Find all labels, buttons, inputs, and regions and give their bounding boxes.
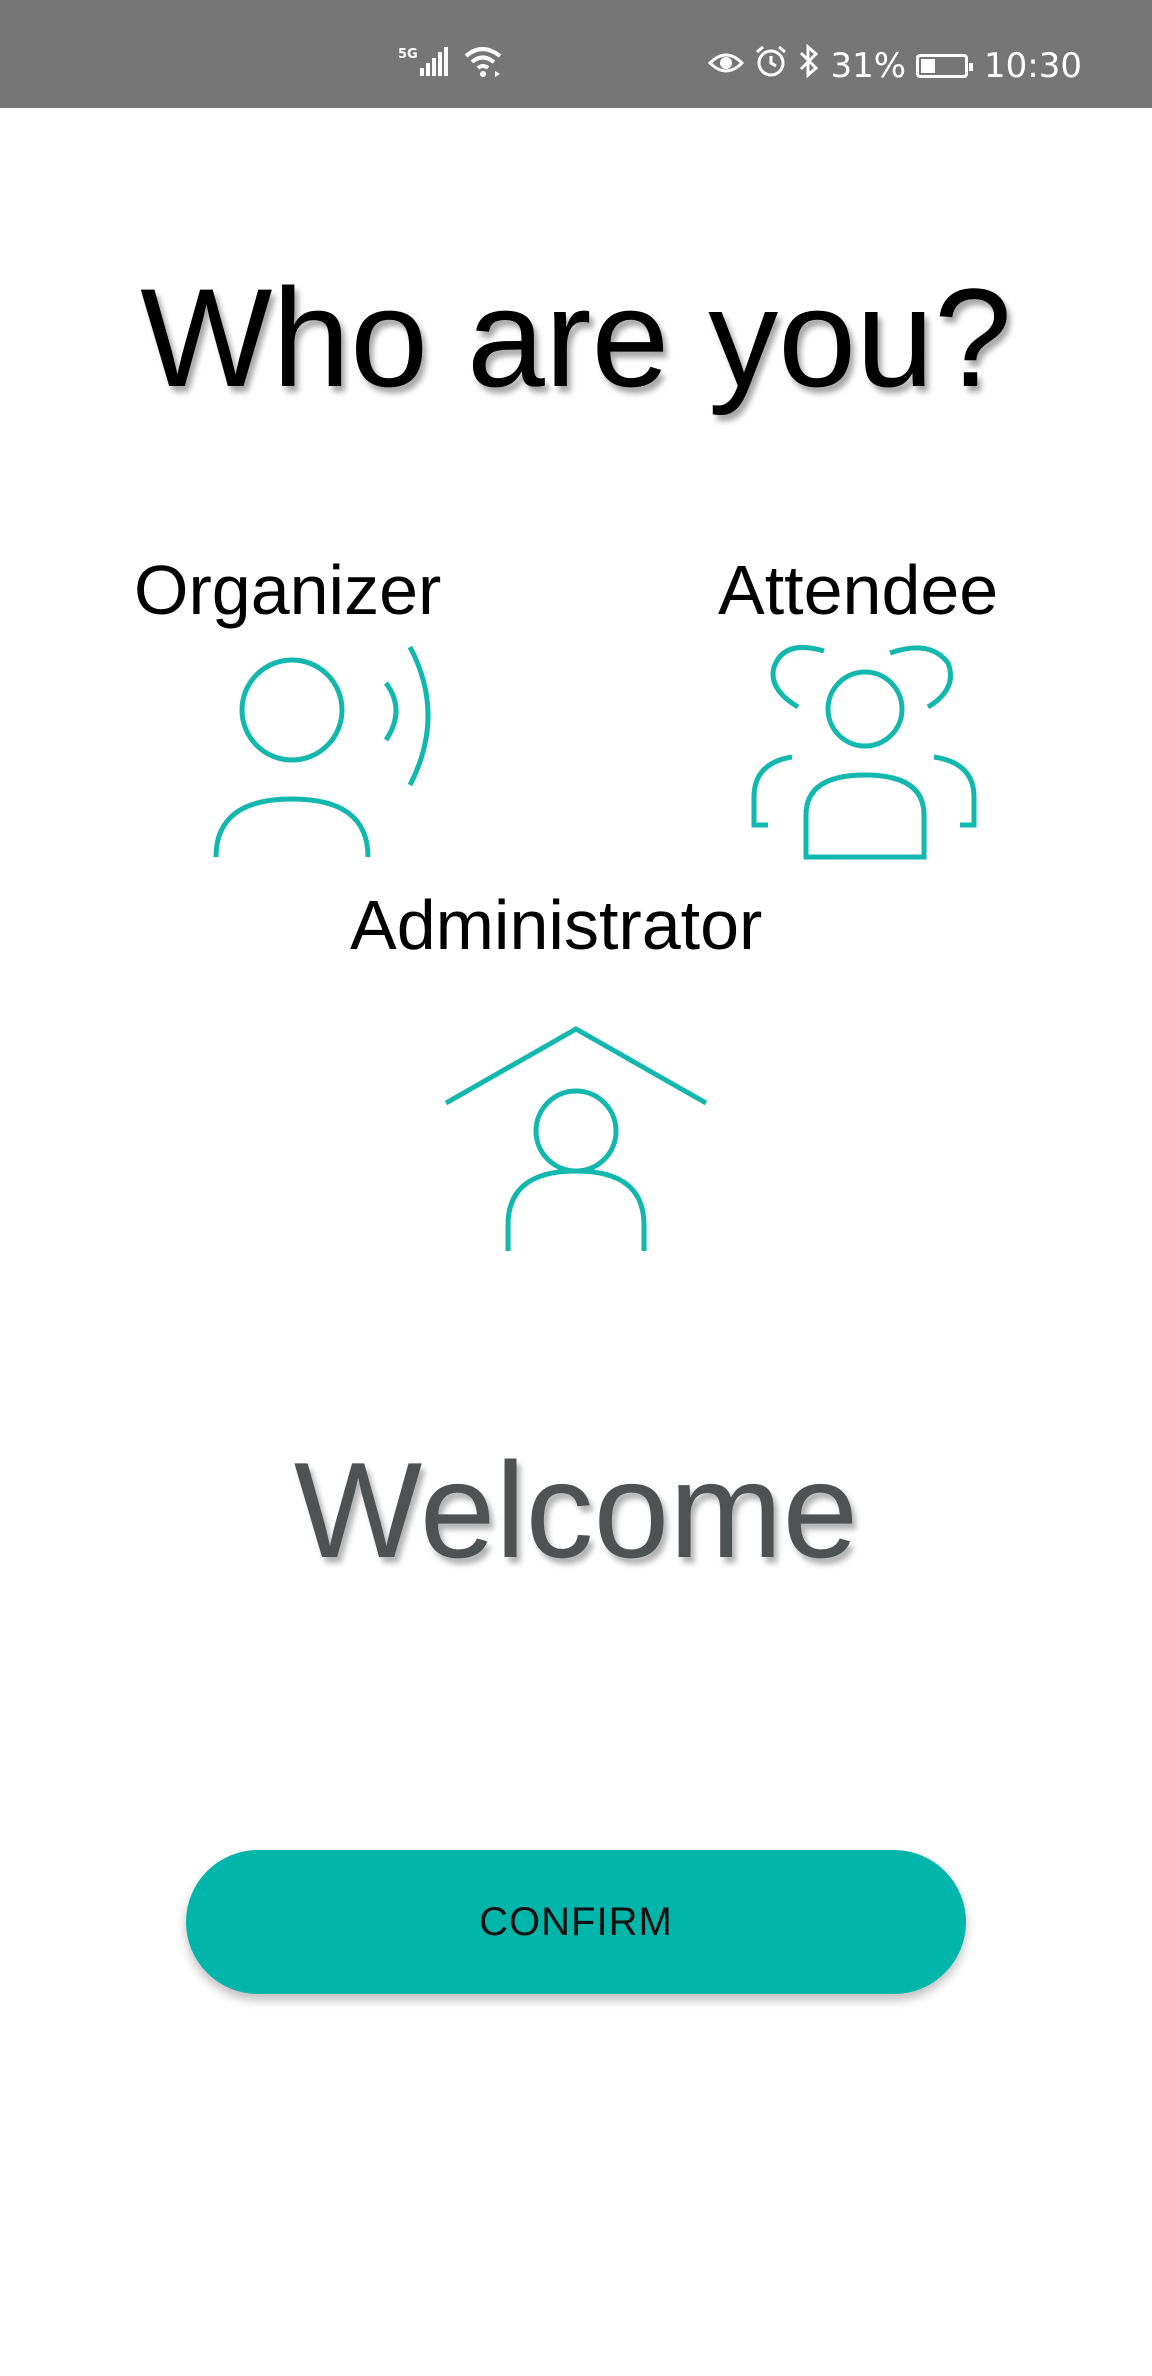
alarm-icon bbox=[754, 44, 788, 87]
role-administrator[interactable]: Administrator bbox=[330, 885, 810, 1255]
welcome-text: Welcome bbox=[293, 1434, 859, 1586]
status-left: 5G bbox=[398, 44, 506, 85]
eye-icon bbox=[708, 46, 745, 86]
role-label-administrator: Administrator bbox=[350, 886, 763, 964]
administrator-icon bbox=[440, 1025, 720, 1255]
status-bar: 5G 31% 10:30 bbox=[0, 0, 1152, 108]
page-title: Who are you? bbox=[140, 259, 1012, 416]
wifi-icon bbox=[462, 44, 506, 85]
confirm-button[interactable]: CONFIRM bbox=[186, 1850, 966, 1994]
organizer-icon bbox=[170, 645, 450, 875]
signal-icon: 5G bbox=[398, 44, 454, 85]
battery-percent: 31% bbox=[830, 45, 907, 86]
role-label-attendee: Attendee bbox=[718, 551, 999, 629]
bluetooth-icon bbox=[798, 43, 820, 87]
battery-icon bbox=[916, 53, 974, 78]
attendee-icon bbox=[750, 645, 990, 875]
role-attendee[interactable]: Attendee bbox=[710, 550, 1030, 870]
clock: 10:30 bbox=[984, 45, 1082, 86]
svg-text:5G: 5G bbox=[398, 47, 418, 62]
role-organizer[interactable]: Organizer bbox=[130, 550, 470, 870]
status-right: 31% 10:30 bbox=[708, 43, 1082, 87]
role-label-organizer: Organizer bbox=[134, 551, 442, 629]
